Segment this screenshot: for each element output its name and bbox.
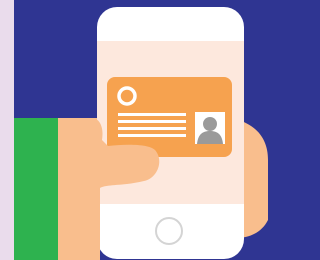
card-line-3 — [118, 127, 186, 130]
card-line-4 — [118, 134, 186, 137]
sleeve — [14, 118, 58, 260]
mobile-id-illustration — [0, 0, 268, 260]
card-line-2 — [118, 120, 186, 123]
left-border-strip — [0, 0, 14, 260]
card-line-1 — [118, 113, 186, 116]
